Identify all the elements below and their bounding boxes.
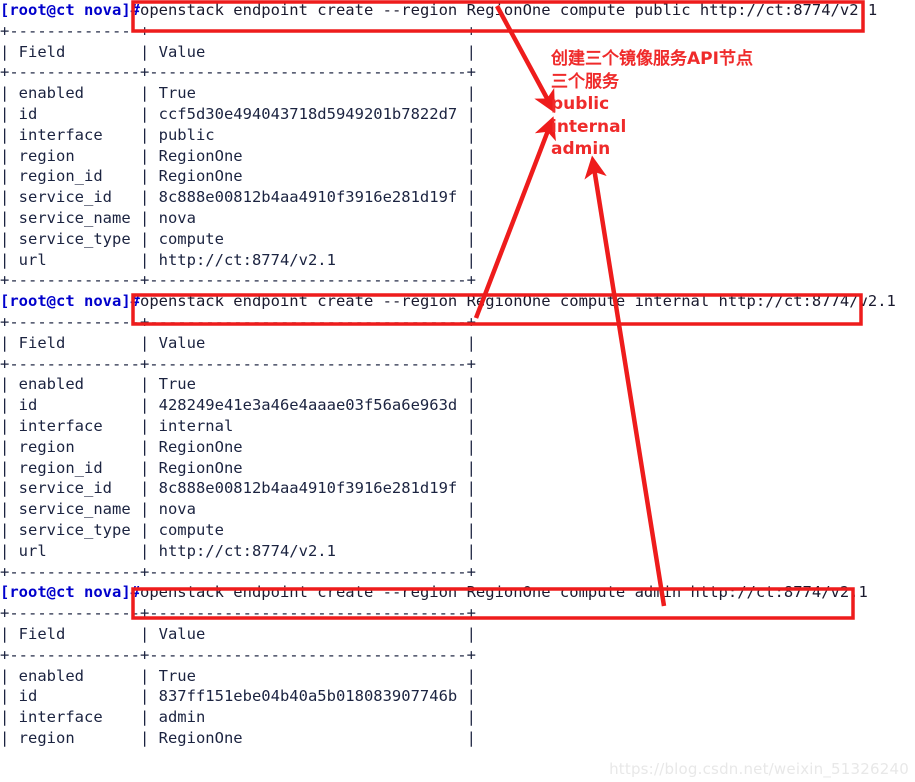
table-cell-pair: | interface | public |: [0, 125, 476, 144]
table-row: | service_type | compute |: [0, 520, 915, 541]
table-header-row: | Field | Value |: [0, 624, 476, 643]
table-row: | enabled | True |: [0, 83, 915, 104]
table-cell-pair: | region | RegionOne |: [0, 437, 476, 456]
table-separator: +--------------+------------------------…: [0, 562, 476, 581]
table-cell-pair: | service_name | nova |: [0, 500, 476, 519]
table-cell-pair: | service_id | 8c888e00812b4aa4910f3916e…: [0, 188, 476, 207]
table-cell-pair: | id | 837ff151ebe04b40a5b018083907746b …: [0, 687, 476, 706]
table-row: | region | RegionOne |: [0, 437, 915, 458]
shell-command: openstack endpoint create --region Regio…: [139, 1, 878, 19]
table-cell-pair: | interface | admin |: [0, 708, 476, 727]
table-header: | Field | Value |: [0, 42, 915, 63]
annotation-line-5: admin: [551, 139, 611, 159]
table-cell-pair: | enabled | True |: [0, 666, 476, 685]
table-cell-pair: | url | http://ct:8774/v2.1 |: [0, 250, 476, 269]
table-row: | url | http://ct:8774/v2.1 |: [0, 541, 915, 562]
table-header-border: +--------------+------------------------…: [0, 354, 915, 375]
table-cell-pair: | interface | internal |: [0, 416, 476, 435]
table-cell-pair: | enabled | True |: [0, 375, 476, 394]
table-separator: +--------------+------------------------…: [0, 604, 476, 623]
table-cell-pair: | service_name | nova |: [0, 208, 476, 227]
table-row: | interface | admin |: [0, 707, 915, 728]
table-row: | region | RegionOne |: [0, 728, 915, 749]
table-cell-pair: | region | RegionOne |: [0, 146, 476, 165]
table-cell-pair: | id | ccf5d30e494043718d5949201b7822d7 …: [0, 104, 476, 123]
table-top-border: +--------------+------------------------…: [0, 21, 915, 42]
table-header-border: +--------------+------------------------…: [0, 645, 915, 666]
table-cell-pair: | region_id | RegionOne |: [0, 458, 476, 477]
shell-command: openstack endpoint create --region Regio…: [139, 583, 868, 602]
table-row: | service_id | 8c888e00812b4aa4910f3916e…: [0, 478, 915, 499]
watermark: https://blog.csdn.net/weixin_51326240: [609, 760, 909, 778]
terminal-output: [root@ct nova]#openstack endpoint create…: [0, 0, 915, 782]
table-cell-pair: | service_type | compute |: [0, 520, 476, 539]
table-cell-pair: | region | RegionOne |: [0, 728, 476, 747]
table-cell-pair: | enabled | True |: [0, 84, 476, 103]
table-cell-pair: | service_id | 8c888e00812b4aa4910f3916e…: [0, 479, 476, 498]
shell-prompt: [root@ct nova]#: [0, 1, 140, 19]
table-row: | interface | public |: [0, 125, 915, 146]
annotation-line-1: 创建三个镜像服务API节点: [551, 49, 753, 69]
table-separator: +--------------+------------------------…: [0, 63, 476, 82]
table-row: | region | RegionOne |: [0, 146, 915, 167]
table-row: | url | http://ct:8774/v2.1 |: [0, 250, 915, 271]
shell-prompt: [root@ct nova]#: [0, 292, 140, 311]
table-separator: +--------------+------------------------…: [0, 312, 476, 331]
table-row: | service_name | nova |: [0, 208, 915, 229]
annotation-line-2: 三个服务: [551, 71, 619, 92]
table-row: | service_name | nova |: [0, 499, 915, 520]
table-row: | interface | internal |: [0, 416, 915, 437]
command-line-block-public: [root@ct nova]#openstack endpoint create…: [0, 0, 915, 21]
table-bottom-border: +--------------+------------------------…: [0, 270, 915, 291]
table-row: | service_id | 8c888e00812b4aa4910f3916e…: [0, 187, 915, 208]
annotation-text: 创建三个镜像服务API节点 三个服务 public internal admin: [551, 48, 753, 161]
shell-command: openstack endpoint create --region Regio…: [139, 292, 896, 311]
table-row: | region_id | RegionOne |: [0, 458, 915, 479]
table-row: | service_type | compute |: [0, 229, 915, 250]
command-line-block-internal: [root@ct nova]#openstack endpoint create…: [0, 291, 915, 312]
table-row: | id | 837ff151ebe04b40a5b018083907746b …: [0, 686, 915, 707]
table-row: | id | 428249e41e3a46e4aaae03f56a6e963d …: [0, 395, 915, 416]
table-header-border: +--------------+------------------------…: [0, 62, 915, 83]
table-bottom-border: +--------------+------------------------…: [0, 562, 915, 583]
table-header: | Field | Value |: [0, 624, 915, 645]
table-cell-pair: | url | http://ct:8774/v2.1 |: [0, 541, 476, 560]
table-separator: +--------------+------------------------…: [0, 354, 476, 373]
annotation-line-4: internal: [551, 116, 627, 137]
table-separator: +--------------+------------------------…: [0, 21, 476, 40]
table-row: | id | ccf5d30e494043718d5949201b7822d7 …: [0, 104, 915, 125]
table-header-row: | Field | Value |: [0, 333, 476, 352]
table-row: | enabled | True |: [0, 374, 915, 395]
table-top-border: +--------------+------------------------…: [0, 603, 915, 624]
table-top-border: +--------------+------------------------…: [0, 312, 915, 333]
table-separator: +--------------+------------------------…: [0, 271, 476, 290]
table-row: | enabled | True |: [0, 666, 915, 687]
shell-prompt: [root@ct nova]#: [0, 583, 140, 602]
table-cell-pair: | region_id | RegionOne |: [0, 167, 476, 186]
table-header-row: | Field | Value |: [0, 42, 476, 61]
annotation-line-3: public: [551, 94, 610, 114]
table-row: | region_id | RegionOne |: [0, 166, 915, 187]
table-cell-pair: | id | 428249e41e3a46e4aaae03f56a6e963d …: [0, 396, 476, 415]
command-line-block-admin: [root@ct nova]#openstack endpoint create…: [0, 582, 915, 603]
table-header: | Field | Value |: [0, 333, 915, 354]
table-separator: +--------------+------------------------…: [0, 645, 476, 664]
table-cell-pair: | service_type | compute |: [0, 229, 476, 248]
